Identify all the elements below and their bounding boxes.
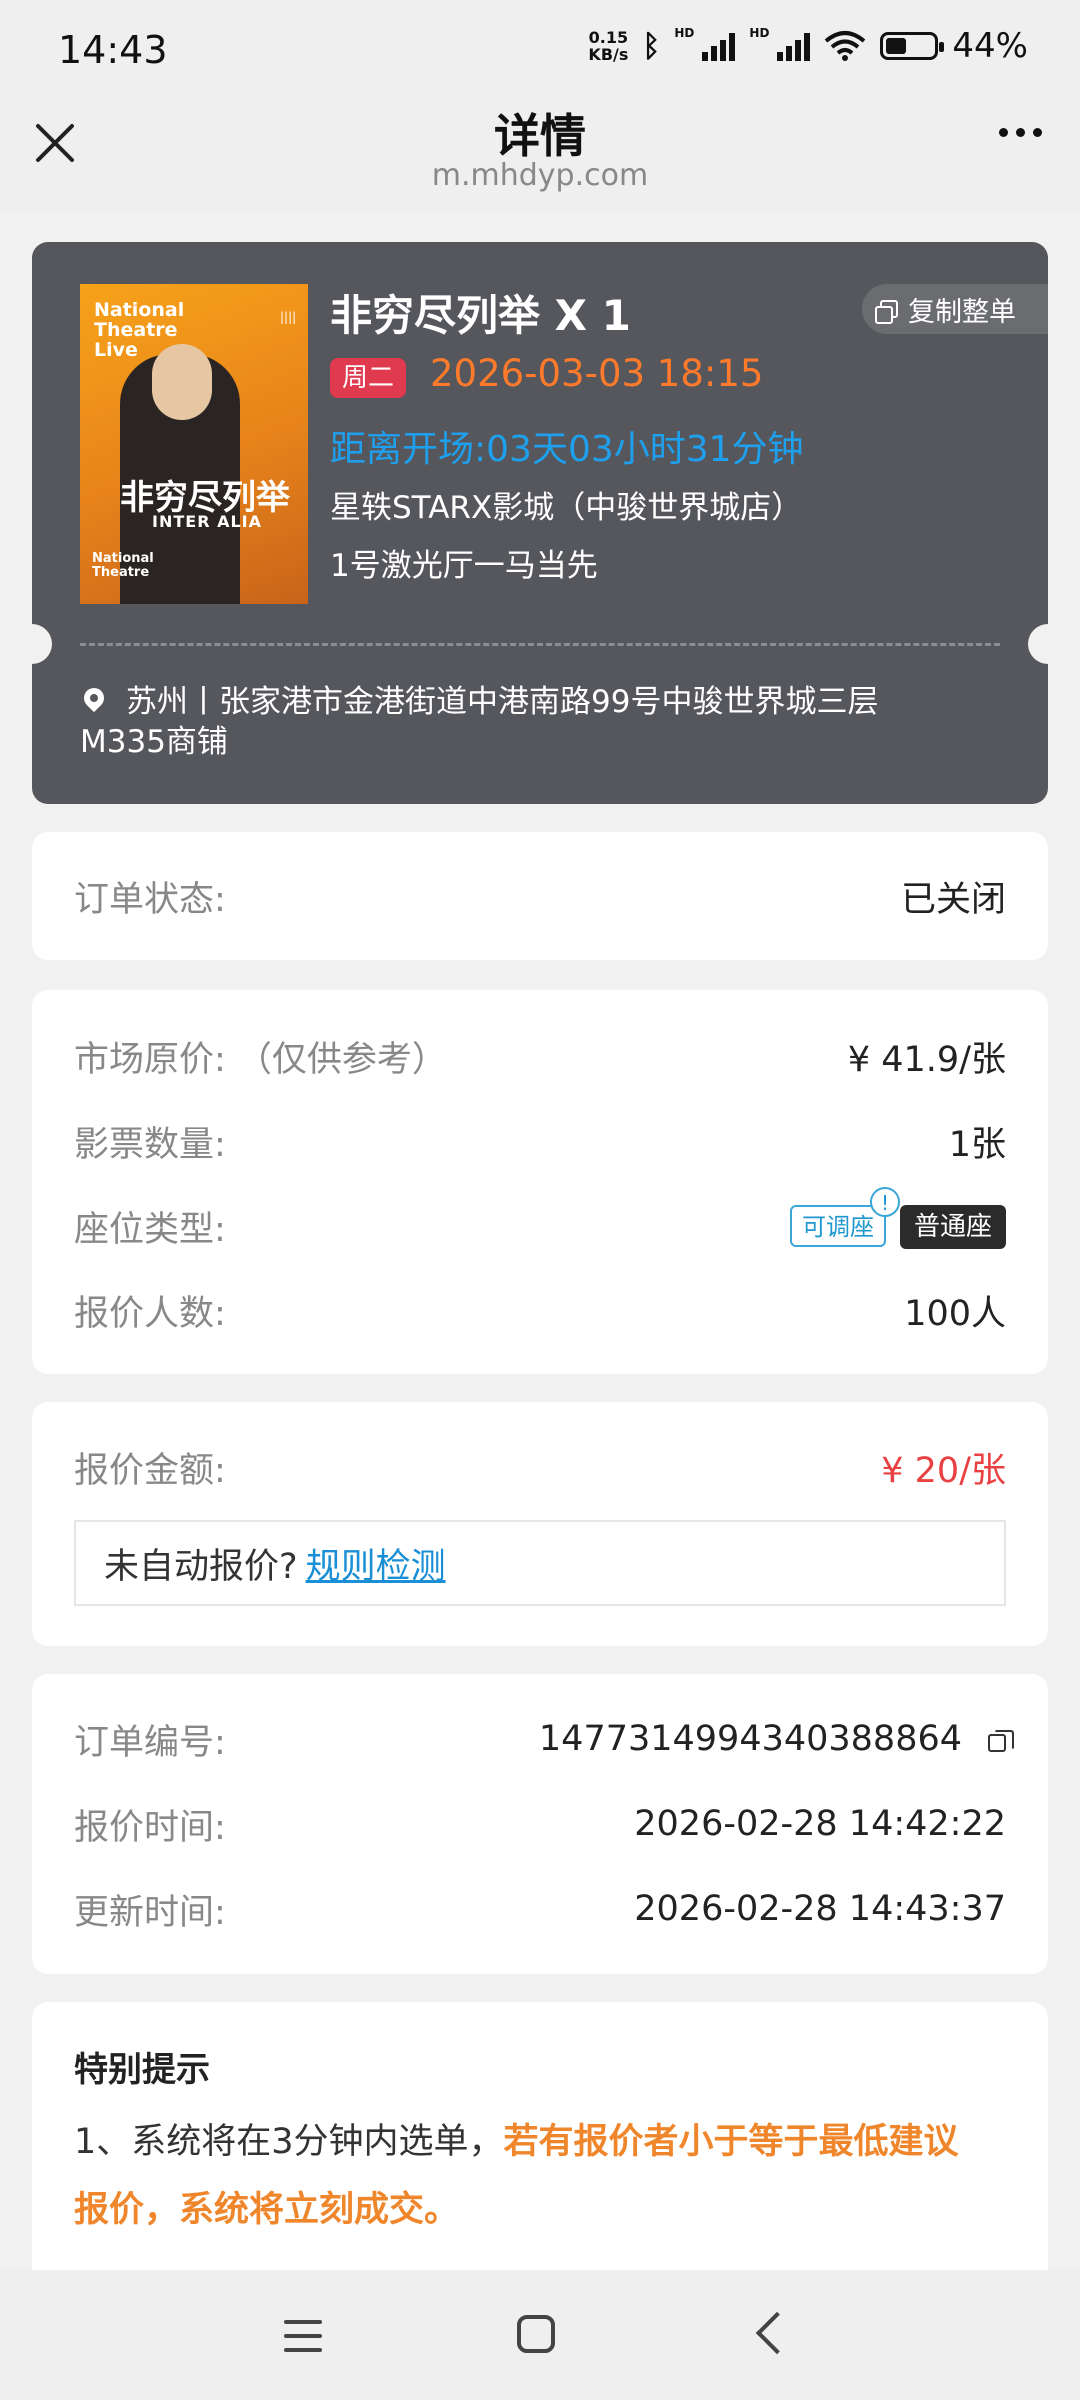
poster-brand-line1: National (94, 299, 185, 321)
status-bar: 14:43 0.15 KB/s ᛒ HD HD 44% (0, 0, 1080, 100)
rule-check-link[interactable]: 规则检测 (306, 1538, 446, 1589)
net-speed-unit: KB/s (588, 45, 629, 64)
seat-tags: 可调座 ! 普通座 (789, 1186, 1006, 1249)
more-options-icon[interactable] (999, 128, 1042, 137)
copy-order-label: 复制整单 (908, 296, 1016, 328)
cinema-address: 苏州丨张家港市金港街道中港南路99号中骏世界城三层M335商铺 (79, 682, 938, 762)
order-details-card: 市场原价: （仅供参考） ¥ 41.9/张 影票数量: 1张 座位类型: 可调座… (32, 990, 1048, 1374)
poster-subtitle: INTER ALIA (152, 512, 262, 531)
hall-name: 1号激光厅一马当先 (330, 548, 598, 584)
update-time-value: 2026-02-28 14:43:37 (634, 1889, 1006, 1929)
quote-amount-label: 报价金额: (74, 1450, 226, 1491)
countdown: 距离开场:03天03小时31分钟 (330, 429, 804, 470)
copy-icon (875, 300, 898, 324)
net-speed-value: 0.15 (588, 28, 629, 47)
order-number-value-wrap: 1477314994340388864 (538, 1719, 1014, 1759)
back-icon[interactable] (755, 2311, 799, 2355)
auto-quote-box: 未自动报价? 规则检测 (74, 1520, 1006, 1606)
copy-order-button[interactable]: 复制整单 (862, 284, 1048, 334)
location-pin-icon (79, 683, 109, 713)
wifi-icon (825, 31, 866, 61)
info-icon[interactable]: ! (869, 1186, 900, 1217)
status-icons: 0.15 KB/s ᛒ HD HD 44% (588, 26, 1028, 66)
quote-amount-row: 报价金额: ¥ 20/张 (74, 1442, 1006, 1492)
order-number-value: 1477314994340388864 (538, 1719, 962, 1759)
special-notice-card: 特别提示 1、系统将在3分钟内选单，若有报价者小于等于最低建议报价，系统将立刻成… (32, 2002, 1048, 2302)
status-time: 14:43 (58, 28, 168, 72)
notice-item-1: 1、系统将在3分钟内选单，若有报价者小于等于最低建议报价，系统将立刻成交。 (74, 2108, 990, 2244)
update-time-label: 更新时间: (74, 1892, 226, 1933)
poster-face (152, 344, 212, 420)
order-status-row: 订单状态: 已关闭 (74, 871, 1006, 921)
net-speed: 0.15 KB/s (588, 29, 628, 63)
ticket-card: National Theatre Live |||| 非穷尽列举 INTER A… (12, 242, 1068, 804)
quote-time-label: 报价时间: (74, 1807, 226, 1848)
seat-type-row: 座位类型: 可调座 ! 普通座 (74, 1186, 1006, 1251)
battery-percent: 44% (952, 26, 1028, 66)
seat-tag-adjustable-label: 可调座 (801, 1212, 874, 1241)
seat-tag-adjustable[interactable]: 可调座 ! (789, 1186, 900, 1247)
update-time-row: 更新时间: 2026-02-28 14:43:37 (74, 1884, 1006, 1934)
movie-title: 非穷尽列举 X 1 (330, 291, 631, 340)
ticket-divider (80, 643, 1000, 646)
poster-brand-line2: Theatre (94, 319, 178, 341)
cinema-name: 星轶STARX影城（中骏世界城店） (330, 490, 803, 526)
auto-quote-text: 未自动报价? (104, 1546, 298, 1587)
seat-type-label: 座位类型: (74, 1209, 226, 1250)
bluetooth-icon: ᛒ (642, 28, 661, 64)
ticket-notch-left (12, 624, 52, 664)
notice-title: 特别提示 (74, 2050, 210, 2090)
battery-level (886, 38, 907, 54)
movie-poster[interactable]: National Theatre Live |||| 非穷尽列举 INTER A… (80, 284, 308, 604)
showtime: 2026-03-03 18:15 (430, 352, 764, 395)
copy-icon[interactable] (988, 1730, 1014, 1752)
market-price-row: 市场原价: （仅供参考） ¥ 41.9/张 (74, 1031, 1006, 1081)
market-price-value: ¥ 41.9/张 (847, 1039, 1006, 1080)
poster-vertical-text: |||| (280, 310, 297, 324)
weekday-badge: 周二 (330, 358, 407, 398)
ticket-notch-right (1028, 624, 1068, 664)
poster-footer-line2: Theatre (92, 565, 150, 580)
order-status-card: 订单状态: 已关闭 (32, 832, 1048, 960)
ticket-count-label: 影票数量: (74, 1124, 226, 1165)
poster-footer: National Theatre (92, 552, 154, 580)
signal-icon (702, 31, 736, 61)
poster-footer-line1: National (92, 551, 154, 566)
ticket-count-row: 影票数量: 1张 (74, 1116, 1006, 1166)
menu-icon[interactable] (284, 2320, 322, 2362)
market-price-label: 市场原价: （仅供参考） (74, 1039, 447, 1080)
seat-tag-normal: 普通座 (899, 1204, 1006, 1249)
order-info-card: 订单编号: 1477314994340388864 报价时间: 2026-02-… (32, 1674, 1048, 1974)
page-title: 详情 (494, 109, 586, 163)
battery-icon (880, 32, 945, 60)
ticket-count-value: 1张 (948, 1124, 1006, 1165)
signal-icon-2 (777, 31, 811, 61)
bidders-row: 报价人数: 100人 (74, 1285, 1006, 1335)
order-status-label: 订单状态: (74, 879, 226, 920)
order-status-value: 已关闭 (900, 879, 1006, 920)
notice-item-1-prefix: 1、系统将在3分钟内选单， (74, 2122, 504, 2162)
order-number-label: 订单编号: (74, 1722, 226, 1763)
hd1-label: HD (674, 26, 695, 40)
hd2-label: HD (749, 26, 770, 40)
quote-amount-value: ¥ 20/张 (881, 1450, 1006, 1491)
page-url: m.mhdyp.com (431, 158, 649, 193)
page-header: 详情 m.mhdyp.com (0, 100, 1080, 210)
home-icon[interactable] (517, 2315, 555, 2353)
quote-card: 报价金额: ¥ 20/张 未自动报价? 规则检测 (32, 1402, 1048, 1646)
order-number-row: 订单编号: 1477314994340388864 (74, 1714, 1014, 1764)
quote-time-value: 2026-02-28 14:42:22 (634, 1804, 1006, 1844)
system-nav-bar (0, 2270, 1080, 2400)
bidders-value: 100人 (904, 1293, 1006, 1334)
quote-time-row: 报价时间: 2026-02-28 14:42:22 (74, 1799, 1006, 1849)
address-text: 苏州丨张家港市金港街道中港南路99号中骏世界城三层M335商铺 (80, 684, 879, 760)
bidders-label: 报价人数: (74, 1293, 226, 1334)
